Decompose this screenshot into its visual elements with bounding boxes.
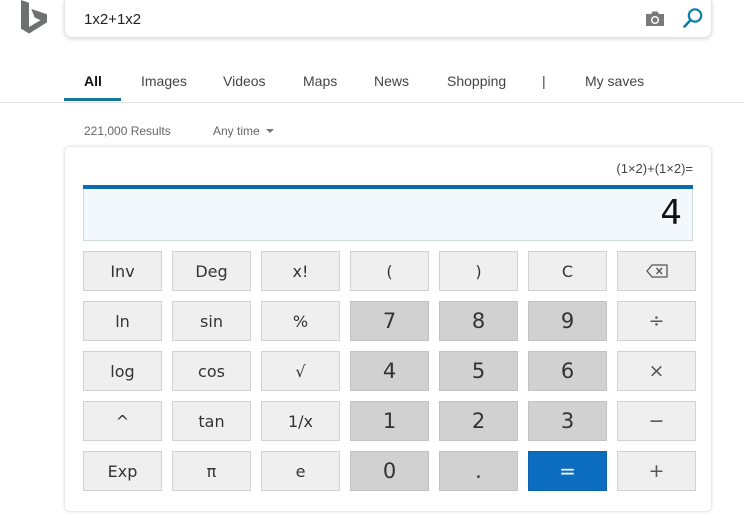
bing-logo-icon[interactable] <box>21 0 49 36</box>
key-decimal[interactable]: . <box>439 451 518 491</box>
key-equals[interactable]: = <box>528 451 607 491</box>
key-open-paren[interactable]: ( <box>350 251 429 291</box>
key-percent[interactable]: % <box>261 301 340 341</box>
key-close-paren[interactable]: ) <box>439 251 518 291</box>
tab-maps[interactable]: Maps <box>303 73 337 102</box>
scope-tabs: All Images Videos Maps News Shopping | M… <box>0 62 744 103</box>
key-reciprocal[interactable]: 1/x <box>261 401 340 441</box>
search-box <box>64 0 712 38</box>
chevron-down-icon <box>265 129 274 133</box>
key-subtract[interactable]: − <box>617 401 696 441</box>
key-divide[interactable]: ÷ <box>617 301 696 341</box>
key-power[interactable]: ^ <box>83 401 162 441</box>
key-add[interactable]: + <box>617 451 696 491</box>
key-sin[interactable]: sin <box>172 301 251 341</box>
key-tan[interactable]: tan <box>172 401 251 441</box>
calculator-display: 4 <box>83 189 693 241</box>
key-e[interactable]: e <box>261 451 340 491</box>
key-deg[interactable]: Deg <box>172 251 251 291</box>
key-multiply[interactable]: × <box>617 351 696 391</box>
time-filter-label: Any time <box>213 124 260 138</box>
key-2[interactable]: 2 <box>439 401 518 441</box>
calculator-keypad: Inv Deg x! ( ) C ln sin % 7 8 9 ÷ log co… <box>83 251 696 491</box>
tab-images[interactable]: Images <box>141 73 187 102</box>
search-input[interactable] <box>84 9 624 29</box>
key-0[interactable]: 0 <box>350 451 429 491</box>
key-pi[interactable]: π <box>172 451 251 491</box>
tab-separator: | <box>542 73 546 89</box>
key-sqrt[interactable]: √ <box>261 351 340 391</box>
tab-my-saves[interactable]: My saves <box>585 73 644 102</box>
key-factorial[interactable]: x! <box>261 251 340 291</box>
key-6[interactable]: 6 <box>528 351 607 391</box>
backspace-icon[interactable] <box>617 251 696 291</box>
tab-shopping[interactable]: Shopping <box>447 73 506 102</box>
key-ln[interactable]: ln <box>83 301 162 341</box>
key-3[interactable]: 3 <box>528 401 607 441</box>
results-count: 221,000 Results <box>84 124 171 138</box>
tab-news[interactable]: News <box>374 73 409 102</box>
key-inv[interactable]: Inv <box>83 251 162 291</box>
calculator-expression: (1×2)+(1×2)= <box>616 161 693 176</box>
key-5[interactable]: 5 <box>439 351 518 391</box>
key-4[interactable]: 4 <box>350 351 429 391</box>
active-tab-indicator <box>64 98 121 101</box>
tab-videos[interactable]: Videos <box>223 73 266 102</box>
key-clear[interactable]: C <box>528 251 607 291</box>
camera-icon[interactable] <box>645 10 665 27</box>
backspace-glyph <box>645 264 668 278</box>
key-7[interactable]: 7 <box>350 301 429 341</box>
key-8[interactable]: 8 <box>439 301 518 341</box>
key-exp[interactable]: Exp <box>83 451 162 491</box>
calculator-result: 4 <box>660 193 682 233</box>
key-1[interactable]: 1 <box>350 401 429 441</box>
time-filter-dropdown[interactable]: Any time <box>213 124 274 138</box>
search-icon[interactable] <box>682 7 704 29</box>
key-cos[interactable]: cos <box>172 351 251 391</box>
key-9[interactable]: 9 <box>528 301 607 341</box>
key-log[interactable]: log <box>83 351 162 391</box>
